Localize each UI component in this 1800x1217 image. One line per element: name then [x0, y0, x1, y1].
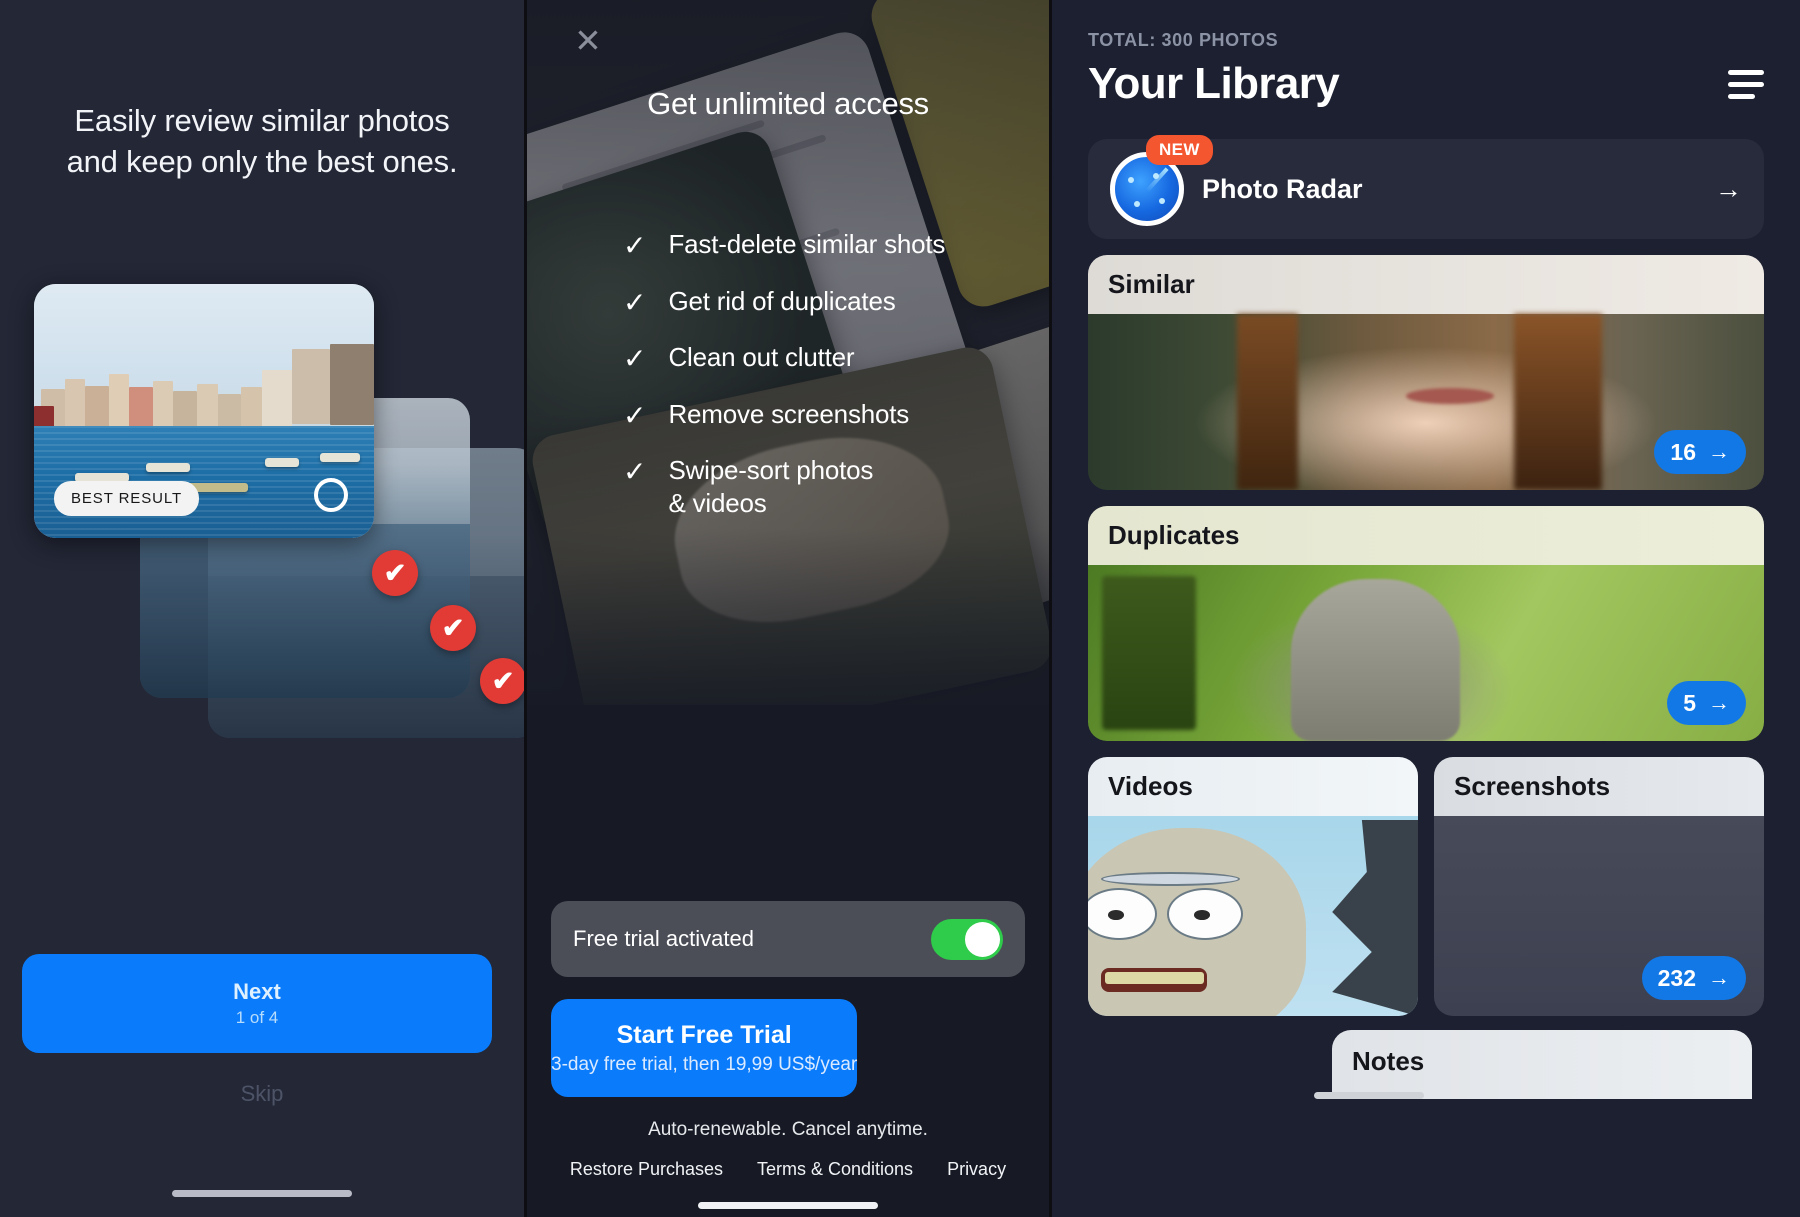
arrow-right-icon: → — [1715, 173, 1742, 204]
screenshot-root: Easily review similar photos and keep on… — [0, 0, 1800, 1217]
feature-item: ✓ Get rid of duplicates — [623, 285, 1023, 318]
terms-conditions-link[interactable]: Terms & Conditions — [757, 1159, 913, 1180]
check-icon: ✓ — [623, 230, 647, 261]
scroll-grabber — [1314, 1092, 1424, 1099]
library-header: Your Library — [1088, 59, 1764, 109]
page-title: Your Library — [1088, 59, 1340, 108]
total-photos-label: TOTAL: 300 PHOTOS — [1088, 30, 1279, 50]
legal-links: Restore Purchases Terms & Conditions Pri… — [527, 1159, 1049, 1180]
category-grid: Videos Screenshots 232 → — [1088, 757, 1764, 1016]
best-result-badge: BEST RESULT — [54, 481, 200, 516]
category-thumbnail: 232 → — [1434, 816, 1764, 1016]
category-count-pill[interactable]: 16 → — [1654, 430, 1746, 474]
category-title: Duplicates — [1088, 506, 1764, 565]
category-card-notes[interactable]: Notes — [1332, 1030, 1752, 1099]
category-title: Similar — [1088, 255, 1764, 314]
category-thumbnail: 16 → — [1088, 314, 1764, 490]
feature-label: Clean out clutter — [668, 342, 855, 372]
check-icon: ✓ — [623, 456, 647, 487]
next-button[interactable]: Next 1 of 4 — [22, 954, 492, 1053]
cta-subtitle: 3-day free trial, then 19,99 US$/year — [551, 1053, 858, 1075]
skip-button[interactable]: Skip — [0, 1081, 524, 1107]
arrow-right-icon: → — [1708, 439, 1730, 464]
cta-title: Start Free Trial — [616, 1020, 792, 1049]
privacy-link[interactable]: Privacy — [947, 1159, 1006, 1180]
next-button-label: Next — [233, 979, 281, 1004]
feature-item: ✓ Remove screenshots — [623, 398, 1023, 431]
check-glyph: ✔ — [383, 557, 407, 588]
check-circle-icon[interactable]: ✔ — [480, 658, 524, 704]
check-circle-icon[interactable]: ✔ — [430, 605, 476, 651]
best-result-photo[interactable]: BEST RESULT — [34, 284, 374, 538]
check-glyph: ✔ — [441, 612, 465, 643]
home-indicator — [698, 1202, 878, 1209]
auto-renew-note: Auto-renewable. Cancel anytime. — [648, 1119, 928, 1140]
check-circle-icon[interactable]: ✔ — [372, 550, 418, 596]
feature-label: Remove screenshots — [668, 398, 910, 429]
next-button-progress: 1 of 4 — [235, 1008, 279, 1027]
photo-radar-card[interactable]: NEW Photo Radar → — [1088, 135, 1764, 239]
feature-item: ✓ Swipe-sort photos & videos — [623, 454, 1023, 519]
category-count: 5 — [1683, 689, 1696, 716]
category-card-duplicates[interactable]: Duplicates 5 → — [1088, 506, 1764, 741]
free-trial-switch[interactable] — [931, 918, 1003, 960]
category-count: 16 — [1670, 438, 1696, 465]
photo-stack: BEST RESULT ✔ ✔ ✔ — [0, 278, 524, 738]
arrow-right-icon: → — [1708, 965, 1730, 990]
category-count-pill[interactable]: 232 → — [1641, 956, 1746, 1000]
category-count-pill[interactable]: 5 → — [1667, 681, 1746, 725]
library-panel: TOTAL: 300 PHOTOS Your Library NEW Photo… — [1052, 0, 1800, 1217]
check-icon: ✓ — [623, 343, 647, 374]
feature-item: ✓ Clean out clutter — [623, 341, 1023, 374]
paywall-panel: ✕ Get unlimited access ✓ Fast-delete sim… — [524, 0, 1052, 1217]
category-thumbnail — [1088, 816, 1418, 1016]
category-title: Screenshots — [1434, 757, 1764, 816]
circle-outline-icon[interactable] — [314, 478, 348, 512]
category-title: Videos — [1088, 757, 1418, 816]
paywall-title: Get unlimited access — [647, 86, 929, 121]
new-badge: NEW — [1146, 135, 1213, 165]
category-card-videos[interactable]: Videos — [1088, 757, 1418, 1016]
feature-list: ✓ Fast-delete similar shots ✓ Get rid of… — [623, 228, 1023, 519]
paywall-footer: Free trial activated Start Free Trial 3-… — [527, 883, 1049, 1217]
category-title: Notes — [1352, 1046, 1425, 1076]
home-indicator — [172, 1190, 352, 1197]
close-icon[interactable]: ✕ — [569, 22, 607, 60]
check-icon: ✓ — [623, 399, 647, 431]
feature-label: Fast-delete similar shots — [668, 229, 946, 259]
category-count: 232 — [1657, 964, 1696, 991]
restore-purchases-link[interactable]: Restore Purchases — [570, 1159, 723, 1180]
arrow-right-icon: → — [1708, 690, 1730, 715]
free-trial-label: Free trial activated — [573, 926, 754, 951]
category-thumbnail: 5 → — [1088, 565, 1764, 741]
start-free-trial-button[interactable]: Start Free Trial 3-day free trial, then … — [551, 999, 858, 1097]
feature-label: Get rid of duplicates — [668, 285, 896, 316]
photo-radar-label: Photo Radar — [1202, 173, 1363, 204]
category-card-similar[interactable]: Similar 16 → — [1088, 255, 1764, 490]
hamburger-menu-icon[interactable] — [1728, 69, 1764, 99]
check-glyph: ✔ — [491, 665, 515, 696]
switch-knob — [965, 921, 1000, 957]
onboarding-panel: Easily review similar photos and keep on… — [0, 0, 524, 1217]
check-icon: ✓ — [623, 286, 647, 318]
free-trial-toggle-row[interactable]: Free trial activated — [551, 901, 1025, 977]
onboarding-headline: Easily review similar photos and keep on… — [66, 103, 458, 180]
feature-item: ✓ Fast-delete similar shots — [623, 228, 1023, 261]
feature-label: Swipe-sort photos & videos — [668, 455, 874, 518]
category-card-screenshots[interactable]: Screenshots 232 → — [1434, 757, 1764, 1016]
